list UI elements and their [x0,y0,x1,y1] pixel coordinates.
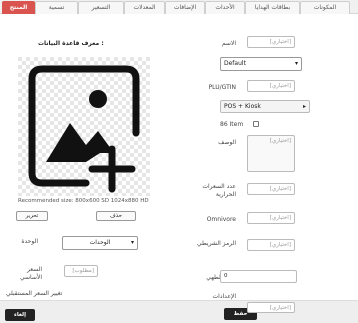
tab-ingredients[interactable]: المكونات [300,1,350,14]
chevron-down-icon: ▾ [130,239,134,246]
omnivore-label: Omnivore [206,216,236,223]
tab-modifiers[interactable]: المعدلات [124,1,165,14]
description-label: الوصف [218,139,236,146]
barcode-input[interactable]: [اختياري] [247,239,295,251]
chevron-down-icon: ▸ [302,103,306,110]
item86-checkbox[interactable] [253,121,259,127]
unit-label: الوحدة [21,238,38,245]
tab-events[interactable]: الأحداث [205,1,245,14]
add-image-icon [18,57,150,196]
omnivore-input[interactable]: [اختياري] [247,212,295,224]
cancel-button[interactable]: إلغاء [5,309,35,321]
delete-image-button[interactable]: حذف [96,211,136,221]
barcode-label: الرمز الشريطي [197,240,236,247]
cooking-time-input[interactable]: 0 [220,270,297,283]
tab-bar: المكونات بطاقات الهدايا الأحداث الإضافات… [0,0,358,14]
tab-gift-cards[interactable]: بطاقات الهدايا [245,1,300,14]
future-price-change-link[interactable]: تغيير السعر المستقبلي [6,290,62,298]
plu-input[interactable]: [اختياري] [247,80,295,92]
visibility-value: POS + Kiosk [224,103,261,110]
tab-naming[interactable]: تسمية [35,1,78,14]
product-image-placeholder[interactable] [18,57,150,196]
tab-addons[interactable]: الإضافات [165,1,205,14]
category-select[interactable]: Default ▾ [220,57,302,71]
db-id-label: معرف قاعدة البيانات : [38,40,104,47]
edit-image-button[interactable]: تحرير [16,211,48,221]
name-label: الاسم [221,40,236,47]
item86-label: 86 Item [220,121,244,128]
unit-select[interactable]: الوحدات ▾ [62,236,138,250]
name-input[interactable]: [اختياري] [247,36,295,48]
tab-pricing[interactable]: التسعير [78,1,124,14]
visibility-select[interactable]: POS + Kiosk ▸ [220,100,310,113]
footer-bar: إلغاء حفظ [0,300,358,323]
unit-value: الوحدات [89,239,111,246]
base-price-label: السعر الأساسي [20,266,42,281]
category-value: Default [224,60,246,67]
tab-product[interactable]: المنتج [2,1,35,14]
description-textarea[interactable]: [اختياري] [247,135,295,172]
plu-label: PLU/GTIN [208,84,236,91]
calories-input[interactable]: [اختياري] [247,183,295,195]
chevron-down-icon: ▾ [294,60,298,67]
calories-label: عدد السعرات الحرارية [202,183,236,198]
recommended-size-text: Recommended size: 800x600 SD 1024x880 HD [18,198,149,204]
base-price-input[interactable]: [مطلوب] [64,265,98,277]
settings-input[interactable]: [اختياري] [247,302,295,313]
